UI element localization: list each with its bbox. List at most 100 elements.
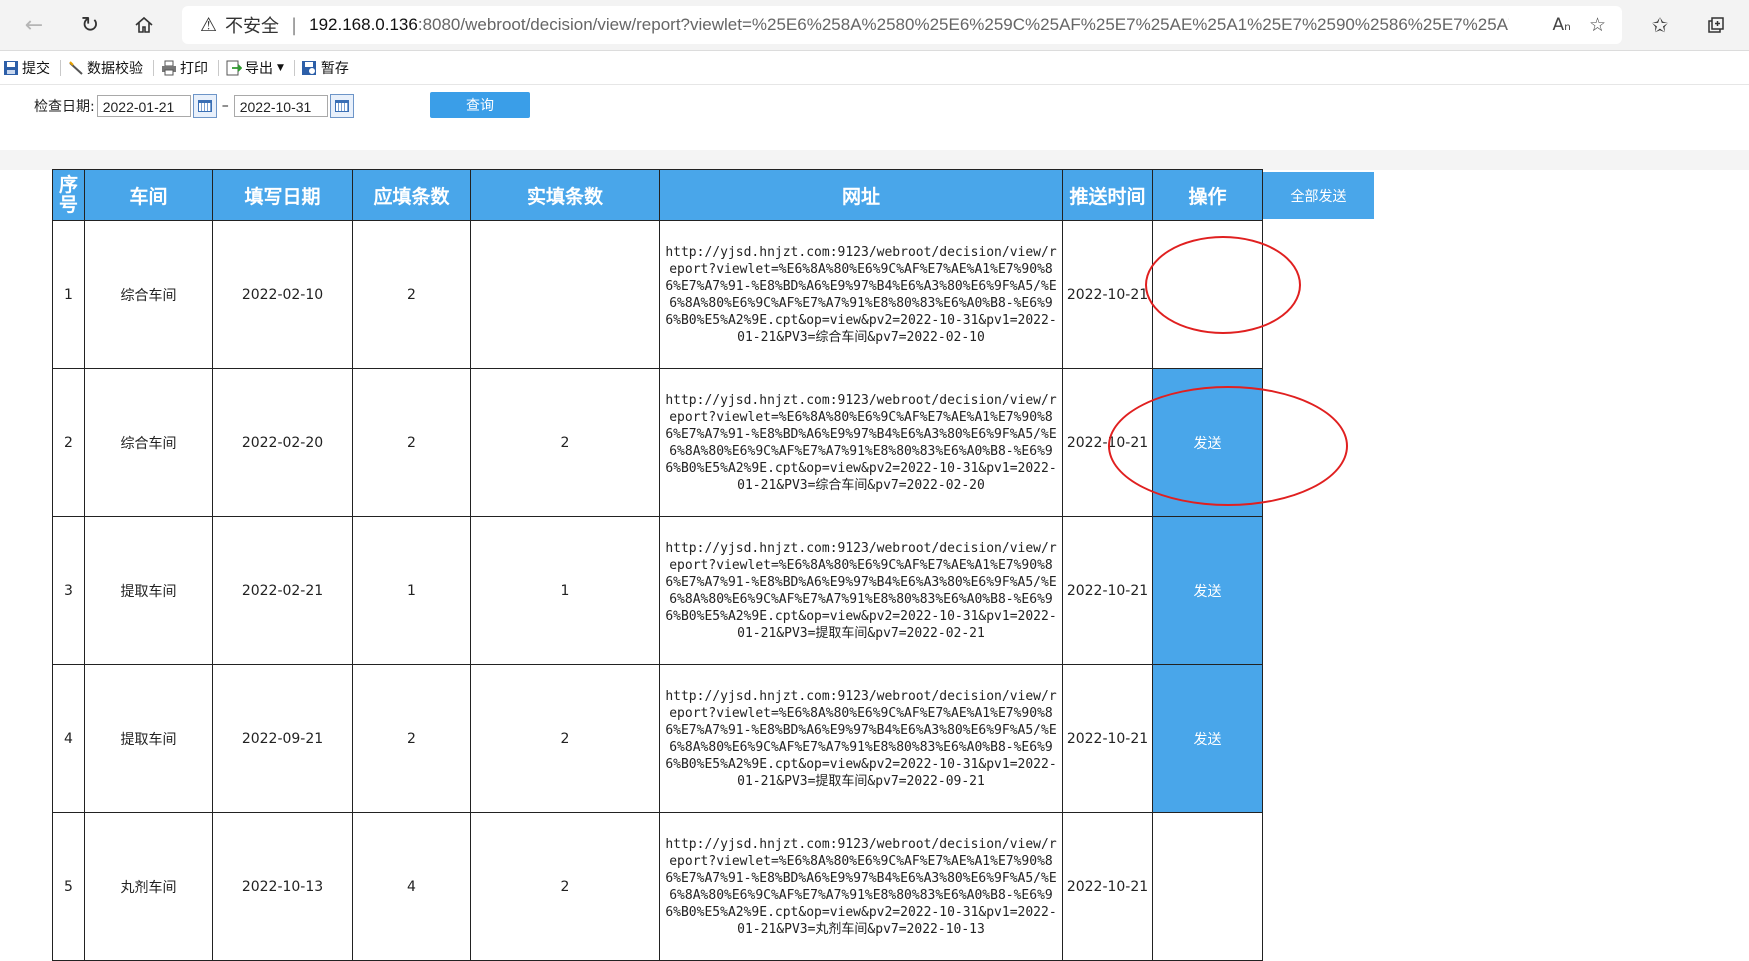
cell-date: 2022-02-21	[212, 516, 353, 665]
save-draft-icon	[301, 60, 318, 77]
cell-actual: 2	[470, 664, 660, 813]
header-seq: 序号	[52, 169, 85, 221]
cell-seq: 4	[52, 664, 85, 813]
add-favorite-icon[interactable]: ☆	[1589, 14, 1606, 36]
date-range-dash: –	[221, 98, 229, 114]
cell-seq: 3	[52, 516, 85, 665]
cell-actual: 2	[470, 812, 660, 961]
header-expected: 应填条数	[352, 169, 471, 221]
annotation-circle	[1108, 386, 1348, 506]
submit-label: 提交	[22, 61, 50, 77]
cell-action-empty	[1152, 812, 1263, 961]
cell-date: 2022-02-20	[212, 368, 353, 517]
table-row: 4 提取车间 2022-09-21 2 2 http://yjsd.hnjzt.…	[52, 664, 1263, 813]
table-row: 2 综合车间 2022-02-20 2 2 http://yjsd.hnjzt.…	[52, 368, 1263, 517]
cell-url: http://yjsd.hnjzt.com:9123/webroot/decis…	[659, 516, 1063, 665]
browser-chrome: ← ↻ ⚠ 不安全 | 192.168.0.136:8080/webroot/d…	[0, 0, 1749, 51]
read-aloud-icon[interactable]: Aₙ	[1553, 15, 1571, 35]
back-arrow-icon[interactable]: ←	[18, 9, 50, 41]
toolbar-divider	[153, 60, 154, 76]
cell-push-time: 2022-10-21	[1062, 220, 1153, 369]
print-label: 打印	[180, 61, 208, 77]
calendar-icon[interactable]	[329, 94, 354, 118]
calendar-icon[interactable]	[192, 94, 217, 118]
cell-expected: 4	[352, 812, 471, 961]
validate-label: 数据校验	[87, 61, 143, 77]
send-button[interactable]: 发送	[1152, 516, 1263, 665]
cell-workshop: 综合车间	[84, 220, 213, 369]
url-host: 192.168.0.136	[309, 15, 418, 34]
cell-seq: 5	[52, 812, 85, 961]
cell-seq: 1	[52, 220, 85, 369]
send-button[interactable]: 发送	[1152, 664, 1263, 813]
cell-url: http://yjsd.hnjzt.com:9123/webroot/decis…	[659, 368, 1063, 517]
cell-workshop: 丸剂车间	[84, 812, 213, 961]
end-date-input[interactable]: 2022-10-31	[233, 95, 328, 117]
cell-expected: 2	[352, 220, 471, 369]
cell-push-time: 2022-10-21	[1062, 664, 1153, 813]
export-label: 导出	[245, 61, 273, 77]
collections-icon[interactable]	[1700, 9, 1732, 41]
header-action: 操作	[1152, 169, 1263, 221]
print-button[interactable]: 打印	[158, 58, 214, 78]
table-header-row: 序号 车间 填写日期 应填条数 实填条数 网址 推送时间 操作	[52, 169, 1263, 221]
date-filter-label: 检查日期:	[34, 99, 95, 115]
dropdown-caret-icon: ▼	[277, 63, 284, 73]
report-toolbar: 提交 数据校验 打印 导出 ▼ 暂存	[0, 55, 355, 81]
cell-date: 2022-09-21	[212, 664, 353, 813]
validate-button[interactable]: 数据校验	[65, 58, 149, 78]
annotation-circle	[1145, 236, 1301, 334]
send-button-label: 发送	[1193, 583, 1222, 600]
warning-icon: ⚠	[200, 14, 218, 36]
cell-workshop: 提取车间	[84, 664, 213, 813]
address-separator: |	[291, 14, 298, 36]
send-button-label: 发送	[1193, 731, 1222, 748]
save-draft-button[interactable]: 暂存	[299, 58, 355, 78]
header-url: 网址	[659, 169, 1063, 221]
cell-push-time: 2022-10-21	[1062, 516, 1153, 665]
cell-seq: 2	[52, 368, 85, 517]
cell-date: 2022-10-13	[212, 812, 353, 961]
url-text[interactable]: 192.168.0.136:8080/webroot/decision/view…	[309, 15, 1509, 35]
cell-expected: 2	[352, 368, 471, 517]
cell-push-time: 2022-10-21	[1062, 812, 1153, 961]
cell-expected: 1	[352, 516, 471, 665]
toolbar-divider	[60, 60, 61, 76]
header-seq-label: 序号	[58, 174, 78, 216]
cell-date: 2022-02-10	[212, 220, 353, 369]
cell-url: http://yjsd.hnjzt.com:9123/webroot/decis…	[659, 220, 1063, 369]
cell-actual	[470, 220, 660, 369]
start-date-input[interactable]: 2022-01-21	[96, 95, 191, 117]
save-disk-icon	[2, 60, 19, 77]
cell-actual: 2	[470, 368, 660, 517]
header-workshop: 车间	[84, 169, 213, 221]
table-row: 5 丸剂车间 2022-10-13 4 2 http://yjsd.hnjzt.…	[52, 812, 1263, 961]
table-row: 3 提取车间 2022-02-21 1 1 http://yjsd.hnjzt.…	[52, 516, 1263, 665]
query-button[interactable]: 查询	[430, 92, 530, 118]
header-actual: 实填条数	[470, 169, 660, 221]
address-bar[interactable]: ⚠ 不安全 | 192.168.0.136:8080/webroot/decis…	[182, 6, 1622, 44]
printer-icon	[160, 60, 177, 77]
cell-url: http://yjsd.hnjzt.com:9123/webroot/decis…	[659, 812, 1063, 961]
favorites-icon[interactable]: ✩	[1644, 9, 1676, 41]
toolbar-divider	[218, 60, 219, 76]
insecure-label: 不安全	[225, 16, 280, 37]
cell-url: http://yjsd.hnjzt.com:9123/webroot/decis…	[659, 664, 1063, 813]
home-icon[interactable]	[128, 9, 160, 41]
report-area-band	[0, 150, 1749, 170]
table-row: 1 综合车间 2022-02-10 2 http://yjsd.hnjzt.co…	[52, 220, 1263, 369]
toolbar-divider	[293, 60, 295, 76]
header-fill-date: 填写日期	[212, 169, 353, 221]
cell-workshop: 综合车间	[84, 368, 213, 517]
date-filter: 检查日期: 2022-01-21 – 2022-10-31	[34, 93, 354, 119]
magic-wand-icon	[67, 60, 84, 77]
reload-icon[interactable]: ↻	[74, 9, 106, 41]
report-table: 序号 车间 填写日期 应填条数 实填条数 网址 推送时间 操作 1 综合车间 2…	[52, 169, 1263, 961]
cell-actual: 1	[470, 516, 660, 665]
save-draft-label: 暂存	[320, 61, 349, 77]
cell-workshop: 提取车间	[84, 516, 213, 665]
header-push-time: 推送时间	[1062, 169, 1153, 221]
send-all-button[interactable]: 全部发送	[1263, 172, 1374, 219]
submit-button[interactable]: 提交	[0, 58, 56, 78]
export-button[interactable]: 导出 ▼	[223, 58, 290, 78]
